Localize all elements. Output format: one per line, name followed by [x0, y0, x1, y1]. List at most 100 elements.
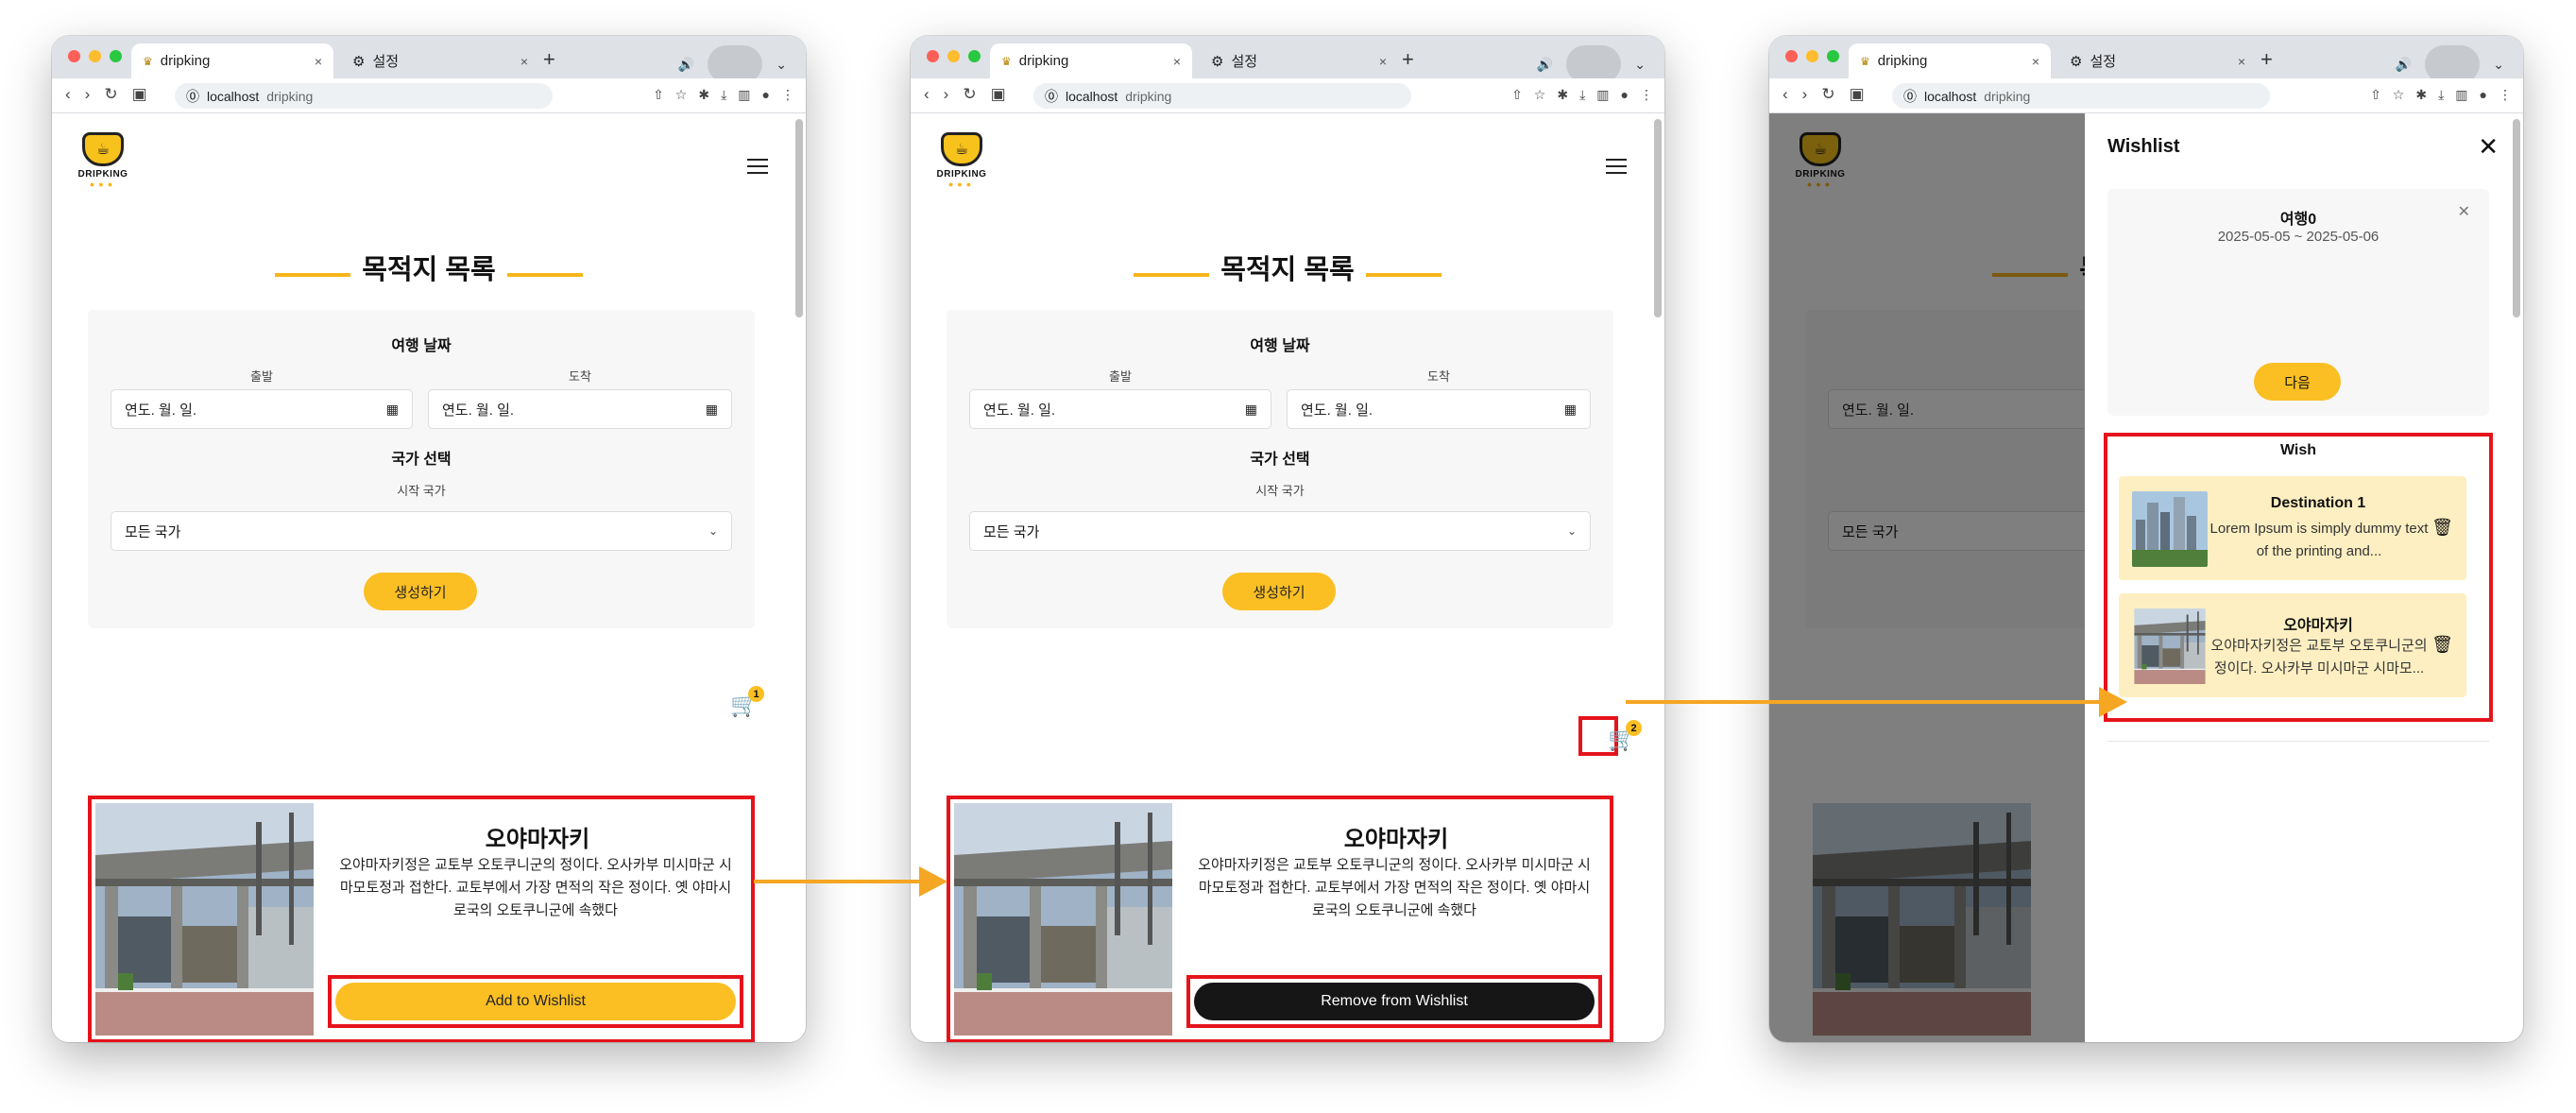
- tab-list-chevron-icon[interactable]: ⌄: [1634, 57, 1646, 73]
- tab-dripking[interactable]: ♛ dripking ×: [990, 43, 1192, 78]
- tab-dripking[interactable]: ♛ dripking ×: [131, 43, 333, 78]
- tab-close-icon[interactable]: ×: [315, 54, 322, 69]
- tab-list-chevron-icon[interactable]: ⌄: [776, 57, 787, 73]
- profile-avatar[interactable]: [2425, 45, 2481, 83]
- forward-icon[interactable]: ›: [944, 85, 949, 104]
- forward-icon[interactable]: ›: [85, 85, 91, 104]
- depart-date-input[interactable]: 연도. 월. 일. ▦: [969, 389, 1271, 429]
- site-info-icon[interactable]: ⓪: [186, 87, 199, 106]
- share-icon[interactable]: ⇧: [653, 87, 664, 103]
- generate-button[interactable]: 생성하기: [1222, 573, 1336, 610]
- cart-button[interactable]: 🛒 1: [730, 686, 764, 720]
- tab-close-icon[interactable]: ×: [1173, 54, 1181, 69]
- site-info-icon[interactable]: ⓪: [1903, 87, 1917, 106]
- maximize-window-button[interactable]: [110, 50, 122, 62]
- tab-close-icon[interactable]: ×: [2032, 54, 2039, 69]
- audio-icon[interactable]: 🔊: [2396, 57, 2412, 73]
- close-window-button[interactable]: [1785, 50, 1798, 62]
- country-select[interactable]: 모든 국가 ⌄: [969, 511, 1591, 551]
- tab-close-icon[interactable]: ×: [1379, 54, 1387, 69]
- dripking-logo[interactable]: ☕ DRIPKING ●●●: [73, 132, 133, 198]
- more-menu-icon[interactable]: ⋮: [781, 87, 794, 103]
- minimize-window-button[interactable]: [1806, 50, 1818, 62]
- cart-button[interactable]: 🛒 2: [1608, 720, 1642, 754]
- back-icon[interactable]: ‹: [65, 85, 71, 104]
- more-menu-icon[interactable]: ⋮: [2499, 87, 2512, 103]
- download-icon[interactable]: ⤓: [1579, 87, 1585, 103]
- tab-close-icon[interactable]: ×: [2238, 54, 2245, 69]
- split-view-icon[interactable]: ▥: [1596, 87, 1609, 103]
- dripking-logo[interactable]: ☕ DRIPKING ●●●: [931, 132, 992, 198]
- minimize-window-button[interactable]: [947, 50, 960, 62]
- hamburger-menu-icon[interactable]: [1606, 159, 1627, 174]
- page-scrollbar[interactable]: [1654, 119, 1662, 317]
- address-bar[interactable]: ⓪ localhost dripking: [1033, 83, 1411, 109]
- wish-item[interactable]: 오야마자키 오야마자키정은 교토부 오토쿠니군의 정이다. 오사카부 미시마군 …: [2119, 593, 2466, 697]
- split-view-icon[interactable]: ▥: [738, 87, 750, 103]
- profile-avatar[interactable]: [1566, 45, 1622, 83]
- alert-icon[interactable]: ●: [1621, 87, 1629, 103]
- split-view-icon[interactable]: ▥: [2455, 87, 2467, 103]
- extensions-icon[interactable]: ✱: [698, 87, 709, 103]
- audio-icon[interactable]: 🔊: [1537, 57, 1553, 73]
- trip-remove-icon[interactable]: ✕: [2458, 202, 2470, 221]
- site-info-icon[interactable]: ⓪: [1045, 87, 1058, 106]
- download-icon[interactable]: ⤓: [2438, 87, 2444, 103]
- calendar-icon[interactable]: ▦: [386, 402, 399, 418]
- share-icon[interactable]: ⇧: [1511, 87, 1523, 103]
- tab-settings[interactable]: ⚙ 설정 ×: [341, 43, 539, 78]
- trash-icon[interactable]: 🗑: [2431, 518, 2453, 538]
- tab-settings[interactable]: ⚙ 설정 ×: [2058, 43, 2257, 78]
- bookmark-icon[interactable]: ☆: [1534, 87, 1546, 103]
- arrive-date-input[interactable]: 연도. 월. 일. ▦: [1287, 389, 1591, 429]
- generate-button[interactable]: 생성하기: [364, 573, 477, 610]
- tab-settings[interactable]: ⚙ 설정 ×: [1200, 43, 1398, 78]
- new-tab-button[interactable]: +: [2260, 47, 2273, 72]
- next-button[interactable]: 다음: [2254, 363, 2341, 401]
- calendar-icon[interactable]: ▦: [1564, 402, 1577, 418]
- more-menu-icon[interactable]: ⋮: [1640, 87, 1653, 103]
- drawer-scrollbar[interactable]: [2513, 119, 2520, 317]
- add-to-wishlist-button[interactable]: Add to Wishlist: [335, 983, 736, 1020]
- new-tab-button[interactable]: +: [1402, 47, 1414, 72]
- arrive-date-input[interactable]: 연도. 월. 일. ▦: [428, 389, 732, 429]
- close-window-button[interactable]: [68, 50, 80, 62]
- profile-avatar[interactable]: [708, 45, 763, 83]
- extension-n-icon[interactable]: ▣: [132, 85, 147, 104]
- extensions-icon[interactable]: ✱: [2415, 87, 2427, 103]
- bookmark-icon[interactable]: ☆: [675, 87, 688, 103]
- reload-icon[interactable]: ↻: [1821, 85, 1834, 104]
- wish-item[interactable]: Destination 1 Lorem Ipsum is simply dumm…: [2119, 476, 2466, 580]
- minimize-window-button[interactable]: [89, 50, 101, 62]
- forward-icon[interactable]: ›: [1802, 85, 1808, 104]
- reload-icon[interactable]: ↻: [104, 85, 117, 104]
- extension-n-icon[interactable]: ▣: [991, 85, 1006, 104]
- close-window-button[interactable]: [927, 50, 939, 62]
- trash-icon[interactable]: 🗑: [2431, 635, 2453, 655]
- alert-icon[interactable]: ●: [2480, 87, 2487, 103]
- hamburger-menu-icon[interactable]: [747, 159, 768, 174]
- download-icon[interactable]: ⤓: [721, 87, 726, 103]
- country-select[interactable]: 모든 국가 ⌄: [111, 511, 732, 551]
- page-scrollbar[interactable]: [795, 119, 803, 317]
- window-controls[interactable]: [68, 50, 122, 62]
- extension-n-icon[interactable]: ▣: [1850, 85, 1865, 104]
- tab-list-chevron-icon[interactable]: ⌄: [2493, 57, 2504, 73]
- tab-dripking[interactable]: ♛ dripking ×: [1849, 43, 2051, 78]
- address-bar[interactable]: ⓪ localhost dripking: [175, 83, 553, 109]
- window-controls[interactable]: [1785, 50, 1839, 62]
- window-controls[interactable]: [927, 50, 981, 62]
- tab-close-icon[interactable]: ×: [520, 54, 528, 69]
- close-icon[interactable]: ✕: [2478, 132, 2499, 162]
- share-icon[interactable]: ⇧: [2370, 87, 2381, 103]
- calendar-icon[interactable]: ▦: [706, 402, 718, 418]
- back-icon[interactable]: ‹: [1783, 85, 1788, 104]
- back-icon[interactable]: ‹: [924, 85, 930, 104]
- extensions-icon[interactable]: ✱: [1557, 87, 1568, 103]
- maximize-window-button[interactable]: [968, 50, 981, 62]
- remove-from-wishlist-button[interactable]: Remove from Wishlist: [1194, 983, 1595, 1020]
- depart-date-input[interactable]: 연도. 월. 일. ▦: [111, 389, 413, 429]
- reload-icon[interactable]: ↻: [963, 85, 976, 104]
- calendar-icon[interactable]: ▦: [1245, 402, 1257, 418]
- maximize-window-button[interactable]: [1827, 50, 1839, 62]
